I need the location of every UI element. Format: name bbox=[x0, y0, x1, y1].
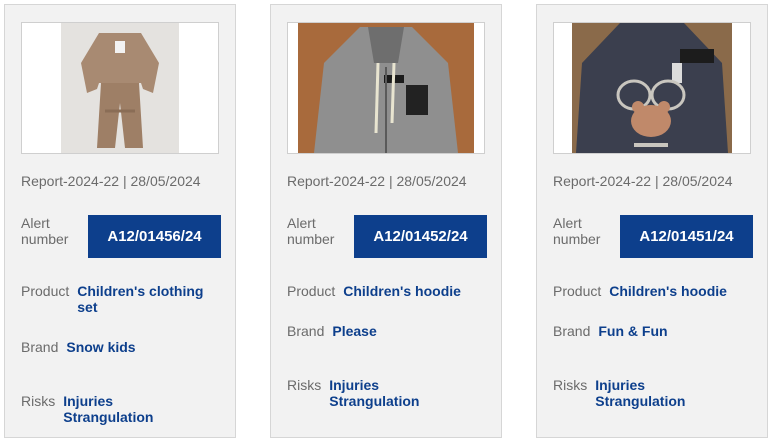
alert-number-link[interactable]: A12/01456/24 bbox=[88, 215, 221, 258]
product-row: Product Children's hoodie bbox=[287, 283, 461, 299]
brand-value: Please bbox=[332, 323, 377, 339]
brand-value: Snow kids bbox=[66, 339, 136, 355]
product-label: Product bbox=[553, 283, 602, 299]
alert-number-label: Alert number bbox=[553, 215, 601, 247]
product-value: Children's hoodie bbox=[343, 283, 461, 299]
brand-value: Fun & Fun bbox=[598, 323, 668, 339]
risks-row: Risks Injuries Strangulation bbox=[553, 377, 685, 409]
report-date: Report-2024-22 | 28/05/2024 bbox=[21, 173, 201, 189]
alert-number-label: Alert number bbox=[21, 215, 69, 247]
product-image[interactable] bbox=[287, 22, 485, 154]
alert-number-link[interactable]: A12/01451/24 bbox=[620, 215, 753, 258]
risks-label: Risks bbox=[553, 377, 588, 393]
grey-hoodie-image bbox=[298, 23, 474, 153]
brand-row: Brand Please bbox=[287, 323, 377, 339]
risks-value: Injuries Strangulation bbox=[63, 393, 154, 425]
alert-number-link[interactable]: A12/01452/24 bbox=[354, 215, 487, 258]
risks-row: Risks Injuries Strangulation bbox=[21, 393, 153, 425]
product-label: Product bbox=[21, 283, 70, 299]
product-image[interactable] bbox=[553, 22, 751, 154]
risks-value: Injuries Strangulation bbox=[329, 377, 420, 409]
risks-label: Risks bbox=[287, 377, 322, 393]
brand-row: Brand Fun & Fun bbox=[553, 323, 668, 339]
product-label: Product bbox=[287, 283, 336, 299]
brand-label: Brand bbox=[287, 323, 325, 339]
report-date: Report-2024-22 | 28/05/2024 bbox=[553, 173, 733, 189]
risks-value: Injuries Strangulation bbox=[595, 377, 686, 409]
product-row: Product Children's hoodie bbox=[553, 283, 727, 299]
product-row: Product Children's clothing set bbox=[21, 283, 203, 315]
brand-label: Brand bbox=[553, 323, 591, 339]
report-date: Report-2024-22 | 28/05/2024 bbox=[287, 173, 467, 189]
risks-label: Risks bbox=[21, 393, 56, 409]
childrens-clothing-set-image bbox=[61, 23, 179, 153]
alert-number-label: Alert number bbox=[287, 215, 335, 247]
product-value: Children's clothing set bbox=[77, 283, 204, 315]
risks-row: Risks Injuries Strangulation bbox=[287, 377, 419, 409]
alert-card[interactable]: Report-2024-22 | 28/05/2024 Alert number… bbox=[536, 4, 768, 438]
bear-hoodie-image bbox=[572, 23, 732, 153]
product-value: Children's hoodie bbox=[609, 283, 727, 299]
product-image[interactable] bbox=[21, 22, 219, 154]
brand-label: Brand bbox=[21, 339, 59, 355]
alert-card[interactable]: Report-2024-22 | 28/05/2024 Alert number… bbox=[4, 4, 236, 438]
brand-row: Brand Snow kids bbox=[21, 339, 136, 355]
alert-card[interactable]: Report-2024-22 | 28/05/2024 Alert number… bbox=[270, 4, 502, 438]
